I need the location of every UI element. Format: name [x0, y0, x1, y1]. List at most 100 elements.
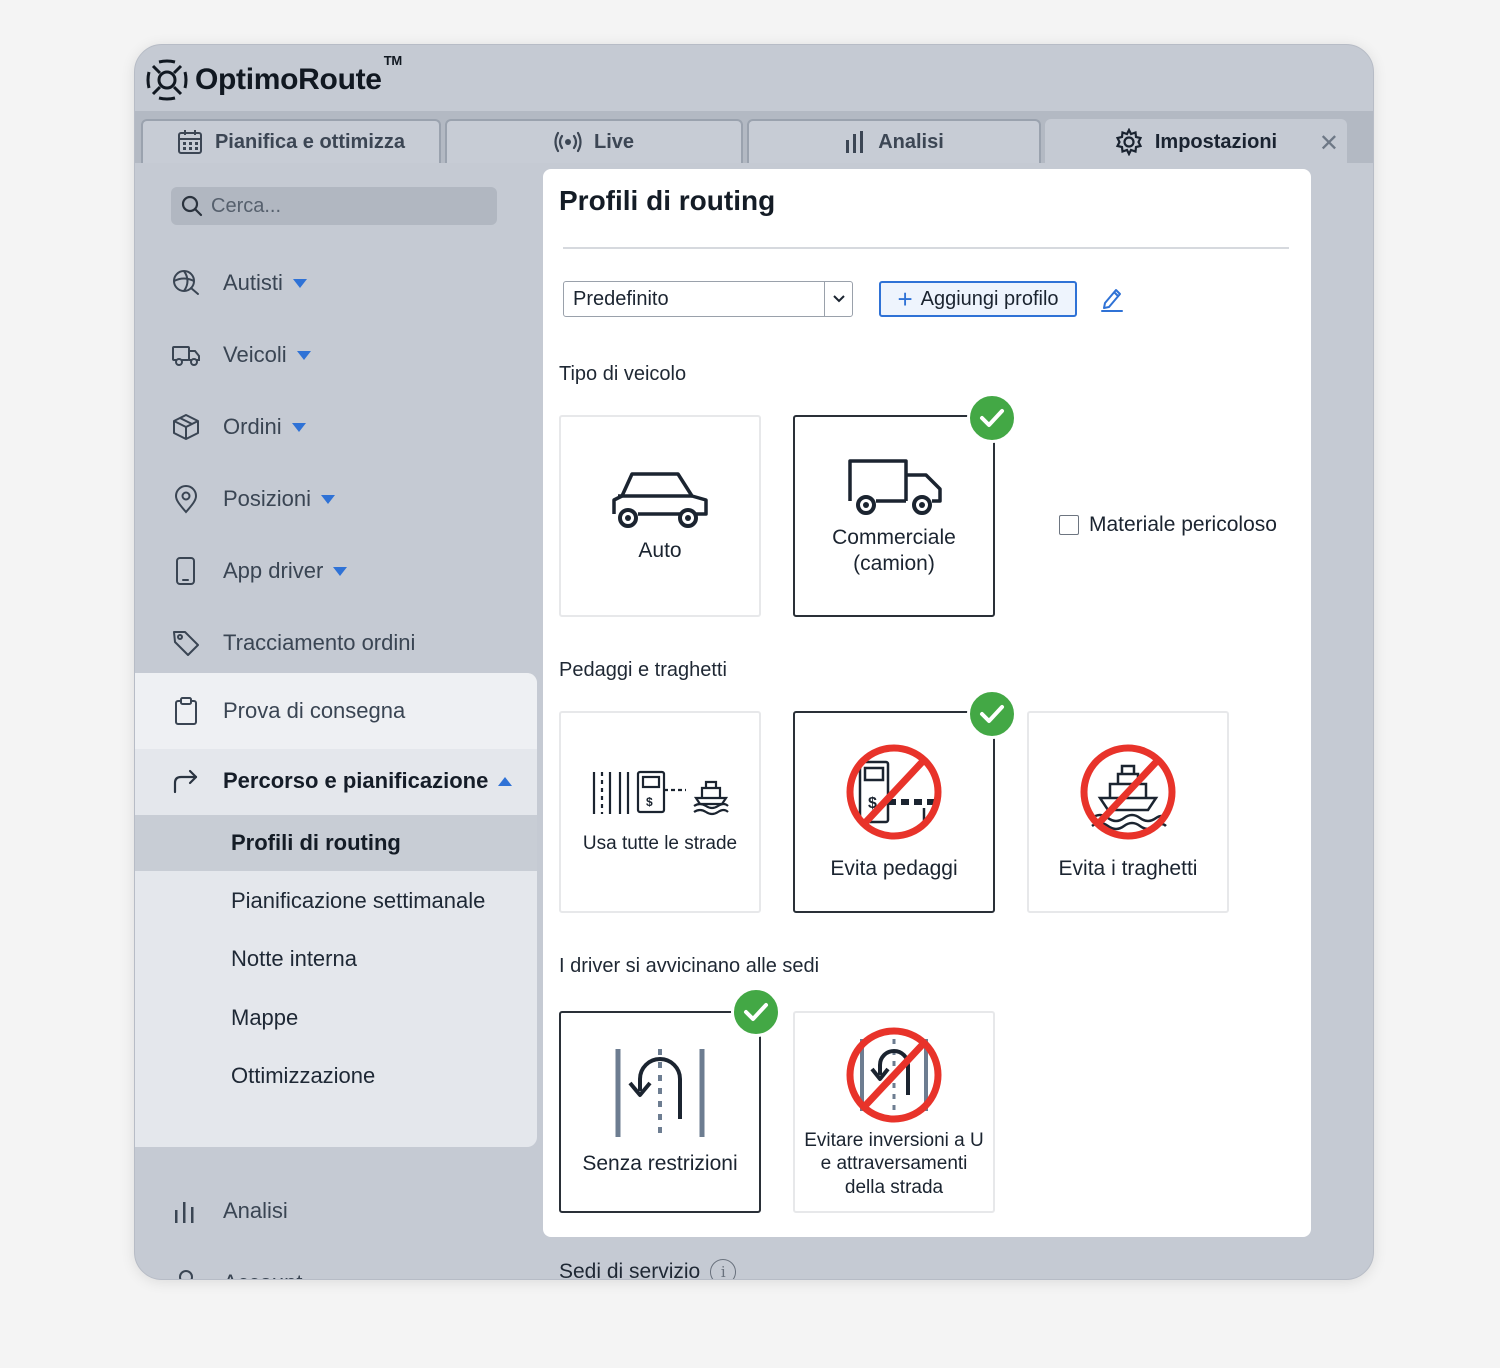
chevron-down-icon [312, 1278, 327, 1279]
u-turn-icon [610, 1047, 710, 1139]
info-icon[interactable]: i [710, 1259, 737, 1279]
chevron-up-icon [498, 776, 513, 786]
checkmark-icon [731, 987, 781, 1037]
app-logo: OptimoRouteTM [145, 53, 402, 103]
chevron-down-icon [296, 350, 311, 360]
title-divider [563, 247, 1289, 249]
tolls-option-avoid-ferries[interactable]: Evita i traghetti [1027, 711, 1229, 913]
pencil-edit-icon[interactable] [1099, 285, 1125, 313]
card-label: Usa tutte le strade [582, 833, 738, 855]
tab-label: Analisi [878, 130, 944, 153]
approach-label: I driver si avvicinano alle sedi [559, 955, 820, 977]
subitem-label: Mappe [231, 1005, 299, 1030]
all-roads-icon: $ [590, 768, 730, 818]
subitem-mappe[interactable]: Mappe [231, 998, 298, 1038]
sidebar-item-label: Veicoli [223, 342, 287, 367]
card-label: Evitare inversioni a U e attraversamenti… [804, 1130, 984, 1198]
card-label: Commerciale (camion) [832, 526, 956, 575]
no-ferries-icon [1078, 742, 1178, 842]
tab-settings[interactable]: Impostazioni [1045, 119, 1347, 163]
gear-icon [1115, 128, 1143, 156]
add-profile-button[interactable]: + Aggiungi profilo [879, 281, 1077, 317]
subitem-profili-di-routing[interactable]: Profili di routing [231, 823, 401, 863]
truck-icon [171, 340, 201, 370]
clipboard-icon [171, 696, 201, 726]
location-pin-icon [171, 484, 201, 514]
sidebar-item-app-driver[interactable]: App driver [171, 551, 348, 591]
sidebar-item-veicoli[interactable]: Veicoli [171, 335, 311, 375]
tab-analisi[interactable]: Analisi [747, 119, 1041, 163]
vehicle-option-commercial[interactable]: Commerciale (camion) [793, 415, 995, 617]
tag-icon [171, 628, 201, 658]
card-label: Evita i traghetti [1058, 857, 1198, 881]
vehicle-option-auto[interactable]: Auto [559, 415, 761, 617]
profile-select-value: Predefinito [573, 287, 669, 310]
subitem-label: Ottimizzazione [231, 1063, 376, 1088]
plus-icon: + [897, 284, 913, 314]
svg-text:$: $ [646, 795, 653, 809]
subitem-label: Notte interna [231, 946, 357, 971]
subitem-ottimizzazione[interactable]: Ottimizzazione [231, 1056, 375, 1096]
optimoroute-logo-icon [146, 59, 188, 101]
tab-live[interactable]: Live [445, 119, 743, 163]
main-tabbar: Pianifica e ottimizza Live Analisi Impos… [135, 111, 1373, 163]
chevron-down-icon [333, 566, 348, 576]
card-label: Evita pedaggi [830, 857, 958, 881]
user-icon [171, 1268, 201, 1279]
service-sites-label: Sedi di servizio [559, 1260, 701, 1280]
chevron-down-icon [292, 278, 307, 288]
close-icon[interactable]: ✕ [1319, 129, 1339, 158]
calendar-icon [177, 129, 203, 155]
no-u-turn-icon [844, 1025, 944, 1125]
tab-label: Impostazioni [1154, 130, 1278, 153]
hazmat-checkbox-row[interactable]: Materiale pericoloso [1059, 513, 1277, 537]
checkmark-icon [967, 689, 1017, 739]
box-icon [171, 412, 201, 442]
broadcast-icon [554, 131, 582, 153]
route-arrow-icon [171, 766, 201, 796]
approach-option-no-restrictions[interactable]: Senza restrizioni [559, 1011, 761, 1213]
tab-label: Live [593, 130, 635, 153]
subitem-pianificazione-settimanale[interactable]: Pianificazione settimanale [231, 881, 485, 921]
sidebar-item-ordini[interactable]: Ordini [171, 407, 306, 447]
sidebar-item-autisti[interactable]: Autisti [171, 263, 307, 303]
hazmat-label: Materiale pericoloso [1089, 513, 1277, 536]
phone-icon [171, 556, 201, 586]
sidebar-item-label: Autisti [223, 270, 283, 295]
truck-icon [844, 455, 944, 519]
routing-profiles-panel: Profili di routing Predefinito + Aggiung… [543, 169, 1311, 1237]
app-name: OptimoRouteTM [195, 53, 402, 96]
bar-chart-icon [844, 130, 866, 154]
profile-select[interactable]: Predefinito [563, 281, 853, 317]
page-title: Profili di routing [559, 185, 776, 216]
routing-nav-group: Prova di consegna Percorso e pianificazi… [135, 673, 537, 1147]
card-label: Senza restrizioni [582, 1152, 738, 1176]
approach-option-avoid-uturns[interactable]: Evitare inversioni a U e attraversamenti… [793, 1011, 995, 1213]
sidebar-item-prova-di-consegna[interactable]: Prova di consegna [171, 691, 405, 731]
tolls-option-all-roads[interactable]: $ Usa tutte le strade [559, 711, 761, 913]
sidebar-item-label: Analisi [223, 1198, 288, 1223]
checkmark-icon [967, 393, 1017, 443]
no-tolls-icon: $ [844, 742, 944, 842]
tolls-option-avoid-tolls[interactable]: $ Evita pedaggi [793, 711, 995, 913]
search-box [171, 187, 497, 225]
app-window: OptimoRouteTM Pianifica e ottimizza Live… [134, 44, 1374, 1280]
subitem-label: Pianificazione settimanale [231, 888, 486, 913]
tab-plan-optimize[interactable]: Pianifica e ottimizza [141, 119, 441, 163]
subitem-notte-interna[interactable]: Notte interna [231, 939, 357, 979]
sidebar-item-label: Percorso e pianificazione [223, 768, 489, 793]
chevron-down-icon [291, 422, 306, 432]
sidebar-item-label: Prova di consegna [223, 698, 406, 723]
sidebar-item-account[interactable]: Account [171, 1263, 327, 1279]
sidebar-item-posizioni[interactable]: Posizioni [171, 479, 336, 519]
sidebar-item-tracciamento-ordini[interactable]: Tracciamento ordini [171, 623, 415, 663]
sidebar-item-label: Posizioni [223, 486, 312, 511]
sidebar-item-analisi[interactable]: Analisi [171, 1191, 288, 1231]
add-profile-label: Aggiungi profilo [920, 287, 1059, 310]
sidebar-item-label: Ordini [223, 414, 282, 439]
search-input[interactable] [211, 194, 481, 218]
bar-chart-icon [171, 1196, 201, 1226]
hazmat-checkbox[interactable] [1059, 515, 1079, 535]
chevron-down-icon [824, 282, 852, 316]
sidebar-item-percorso-e-pianificazione[interactable]: Percorso e pianificazione [171, 761, 513, 801]
